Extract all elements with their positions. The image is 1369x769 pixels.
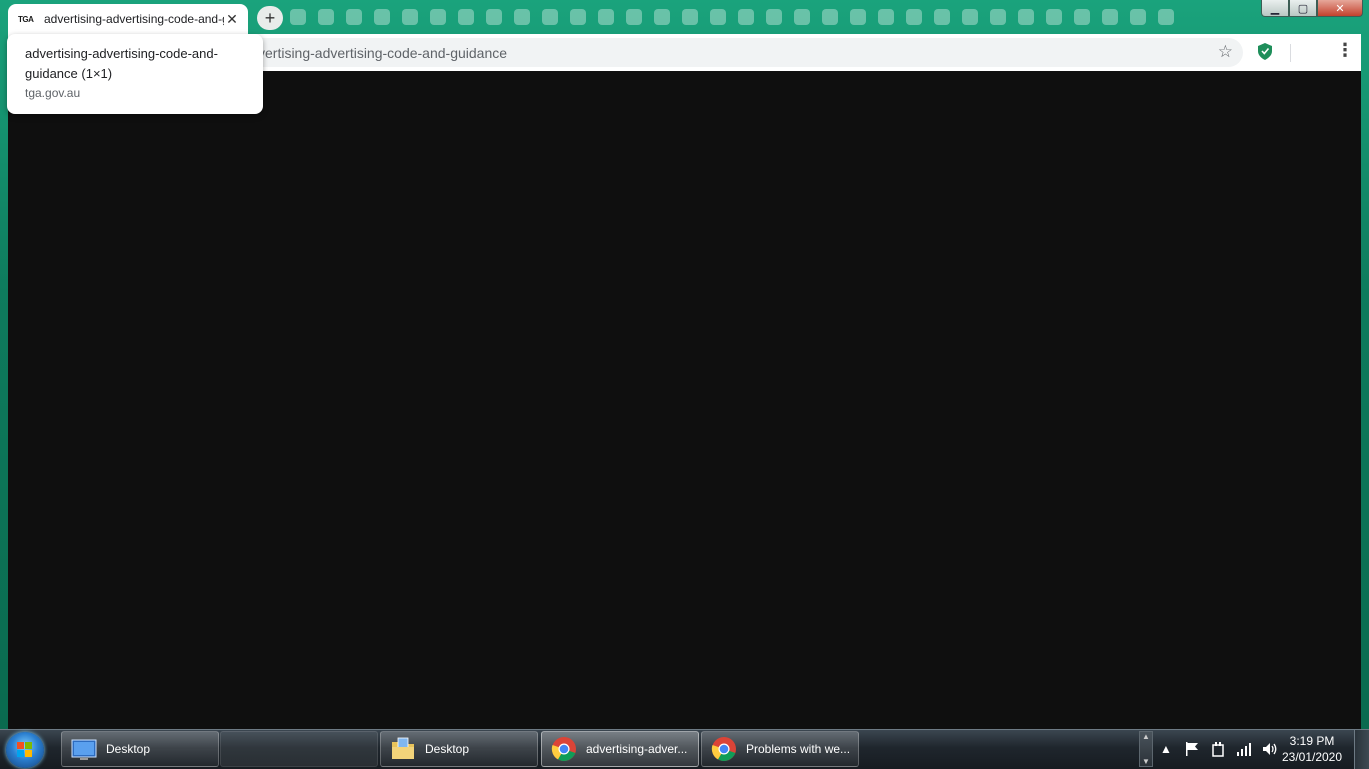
pinned-tab-strip: [290, 9, 1220, 27]
taskbar-scroll-arrows[interactable]: ▲ ▼: [1139, 731, 1153, 767]
taskbar-button-label: Problems with we...: [746, 742, 851, 756]
clock-date: 23/01/2020: [1281, 750, 1343, 764]
taskbar-button-desktop[interactable]: Desktop: [61, 731, 219, 767]
browser-menu-icon[interactable]: ⋮: [1336, 40, 1354, 61]
tab-favicon-icon[interactable]: [374, 9, 390, 25]
taskbar-button-chrome-problems[interactable]: Problems with we...: [701, 731, 859, 767]
tab-favicon-icon[interactable]: [738, 9, 754, 25]
tab-favicon-icon[interactable]: [934, 9, 950, 25]
tab-favicon-icon[interactable]: [766, 9, 782, 25]
system-tray: ▲: [1158, 730, 1278, 768]
toolbar-separator: [1290, 44, 1291, 62]
taskbar-clock[interactable]: 3:19 PM 23/01/2020: [1276, 733, 1348, 765]
shield-extension-icon[interactable]: [1258, 43, 1272, 60]
tab-favicon-icon[interactable]: [654, 9, 670, 25]
tab-title: advertising-advertising-code-and-guidanc…: [44, 12, 224, 26]
page-viewport: [8, 71, 1361, 729]
desktop-icon: [71, 739, 97, 760]
tab-favicon-icon[interactable]: [682, 9, 698, 25]
taskbar-button-empty[interactable]: [220, 731, 378, 767]
signal-icon[interactable]: [1236, 741, 1252, 757]
taskbar-button-label: Desktop: [425, 742, 470, 756]
tab-favicon-icon[interactable]: [1102, 9, 1118, 25]
tab-favicon-icon[interactable]: [990, 9, 1006, 25]
scroll-down-icon[interactable]: ▼: [1142, 757, 1150, 766]
tab-close-icon[interactable]: ✕: [224, 11, 240, 28]
tab-favicon-icon[interactable]: [402, 9, 418, 25]
tab-favicon-icon[interactable]: [710, 9, 726, 25]
clock-time: 3:19 PM: [1289, 734, 1335, 748]
power-icon[interactable]: [1210, 741, 1226, 757]
active-tab[interactable]: TGA advertising-advertising-code-and-gui…: [8, 4, 248, 34]
tab-favicon-icon[interactable]: [626, 9, 642, 25]
taskbar-button-desktop-folder[interactable]: Desktop: [380, 731, 538, 767]
tab-favicon-icon[interactable]: [1018, 9, 1034, 25]
taskbar-button-chrome-advertising[interactable]: advertising-adver...: [541, 731, 699, 767]
browser-window-frame: ▁ ▢ ✕ TGA advertising-advertising-code-a…: [0, 0, 1369, 729]
tab-favicon-icon[interactable]: [1130, 9, 1146, 25]
tab-favicon-icon[interactable]: [962, 9, 978, 25]
tab-favicon-icon[interactable]: [430, 9, 446, 25]
window-controls: ▁ ▢ ✕: [1261, 0, 1363, 17]
tab-favicon-icon[interactable]: [598, 9, 614, 25]
taskbar-button-label: Desktop: [106, 742, 151, 756]
hover-card-title: advertising-advertising-code-and-guidanc…: [25, 46, 218, 81]
scroll-up-icon[interactable]: ▲: [1142, 732, 1150, 741]
chrome-icon: [711, 737, 736, 761]
show-desktop-button[interactable]: [1354, 730, 1369, 769]
bookmark-star-icon[interactable]: ☆: [1218, 42, 1233, 62]
flag-icon[interactable]: [1184, 741, 1200, 757]
minimize-button[interactable]: ▁: [1261, 0, 1289, 17]
maximize-button[interactable]: ▢: [1289, 0, 1317, 17]
tab-favicon-icon[interactable]: [794, 9, 810, 25]
hover-card-domain: tga.gov.au: [25, 86, 81, 100]
new-tab-button[interactable]: +: [257, 6, 283, 30]
tab-favicon-icon[interactable]: [1074, 9, 1090, 25]
tab-favicon-icon[interactable]: [514, 9, 530, 25]
tab-favicon-icon[interactable]: [1046, 9, 1062, 25]
tab-favicon-icon[interactable]: [290, 9, 306, 25]
tab-favicon-icon[interactable]: [458, 9, 474, 25]
address-bar-url[interactable]: vertising-advertising-code-and-guidance: [258, 45, 507, 61]
tab-favicon-icon[interactable]: [822, 9, 838, 25]
tab-favicon-icon[interactable]: [570, 9, 586, 25]
close-window-button[interactable]: ✕: [1317, 0, 1363, 17]
tab-favicon-icon[interactable]: [318, 9, 334, 25]
tab-favicon-icon[interactable]: [850, 9, 866, 25]
address-bar[interactable]: vertising-advertising-code-and-guidance …: [118, 38, 1243, 67]
taskbar-button-label: advertising-adver...: [586, 742, 688, 756]
windows-logo-icon: [17, 742, 32, 757]
tga-favicon-icon: TGA: [18, 14, 34, 24]
start-button[interactable]: [6, 732, 44, 768]
tab-favicon-icon[interactable]: [346, 9, 362, 25]
folder-icon: [392, 737, 414, 759]
tab-favicon-icon[interactable]: [542, 9, 558, 25]
taskbar: Desktop Desktop advertising-adver... Pro…: [0, 729, 1369, 769]
show-hidden-icon[interactable]: ▲: [1158, 741, 1174, 757]
tab-favicon-icon[interactable]: [486, 9, 502, 25]
tab-favicon-icon[interactable]: [906, 9, 922, 25]
tab-favicon-icon[interactable]: [878, 9, 894, 25]
tab-favicon-icon[interactable]: [1158, 9, 1174, 25]
tab-hover-card: advertising-advertising-code-and-guidanc…: [7, 34, 263, 114]
chrome-icon: [551, 737, 576, 761]
